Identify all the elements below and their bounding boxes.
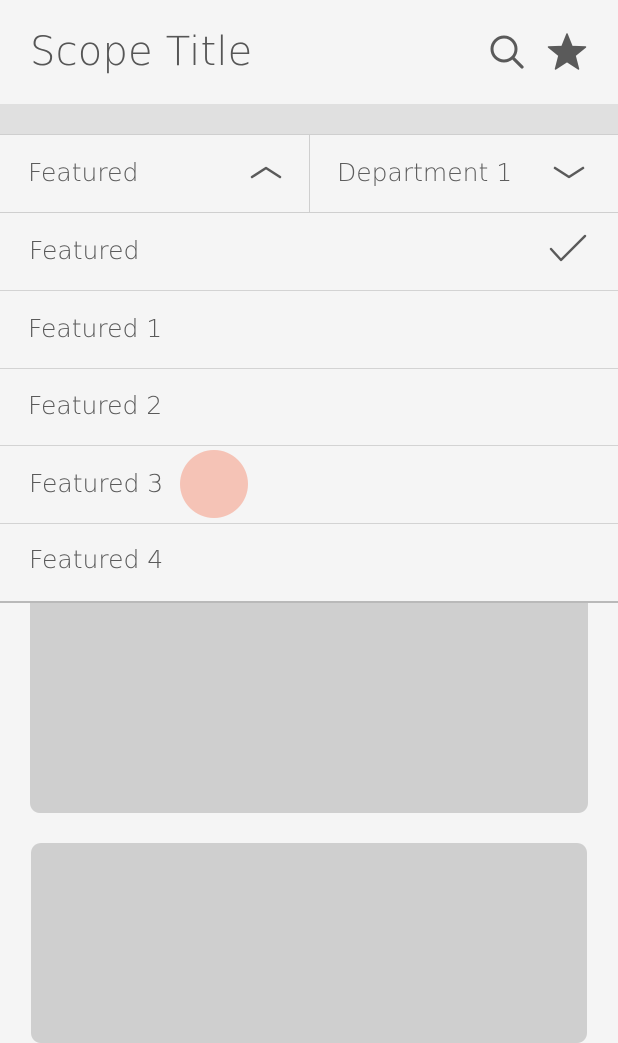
header-bar: Scope Title (0, 0, 618, 104)
option-featured-3[interactable]: Featured 3 (0, 446, 618, 524)
star-icon[interactable] (547, 32, 587, 72)
chevron-up-icon (250, 166, 282, 179)
checkmark-icon (549, 234, 587, 262)
content-card[interactable] (31, 843, 587, 1043)
option-featured-1[interactable]: Featured 1 (0, 291, 618, 369)
sort-filter-label: Featured (28, 158, 139, 187)
department-filter-dropdown[interactable]: Department 1 (310, 135, 618, 212)
option-label: Featured 2 (28, 391, 163, 420)
option-label: Featured 4 (29, 545, 164, 574)
filter-bar: Featured Department 1 (0, 135, 618, 213)
page-title: Scope Title (30, 29, 253, 75)
option-featured[interactable]: Featured (0, 213, 618, 291)
department-filter-label: Department 1 (337, 158, 513, 187)
option-label: Featured (29, 236, 140, 265)
sort-options-list: Featured Featured 1 Featured 2 Featured … (0, 213, 618, 603)
chevron-down-icon (553, 166, 585, 179)
option-label: Featured 3 (29, 469, 164, 498)
sort-filter-dropdown[interactable]: Featured (0, 135, 310, 212)
touch-indicator (180, 450, 248, 518)
search-icon[interactable] (487, 32, 527, 72)
option-featured-2[interactable]: Featured 2 (0, 368, 618, 446)
header-divider (0, 104, 618, 135)
option-label: Featured 1 (28, 314, 163, 343)
option-featured-4[interactable]: Featured 4 (0, 522, 618, 599)
